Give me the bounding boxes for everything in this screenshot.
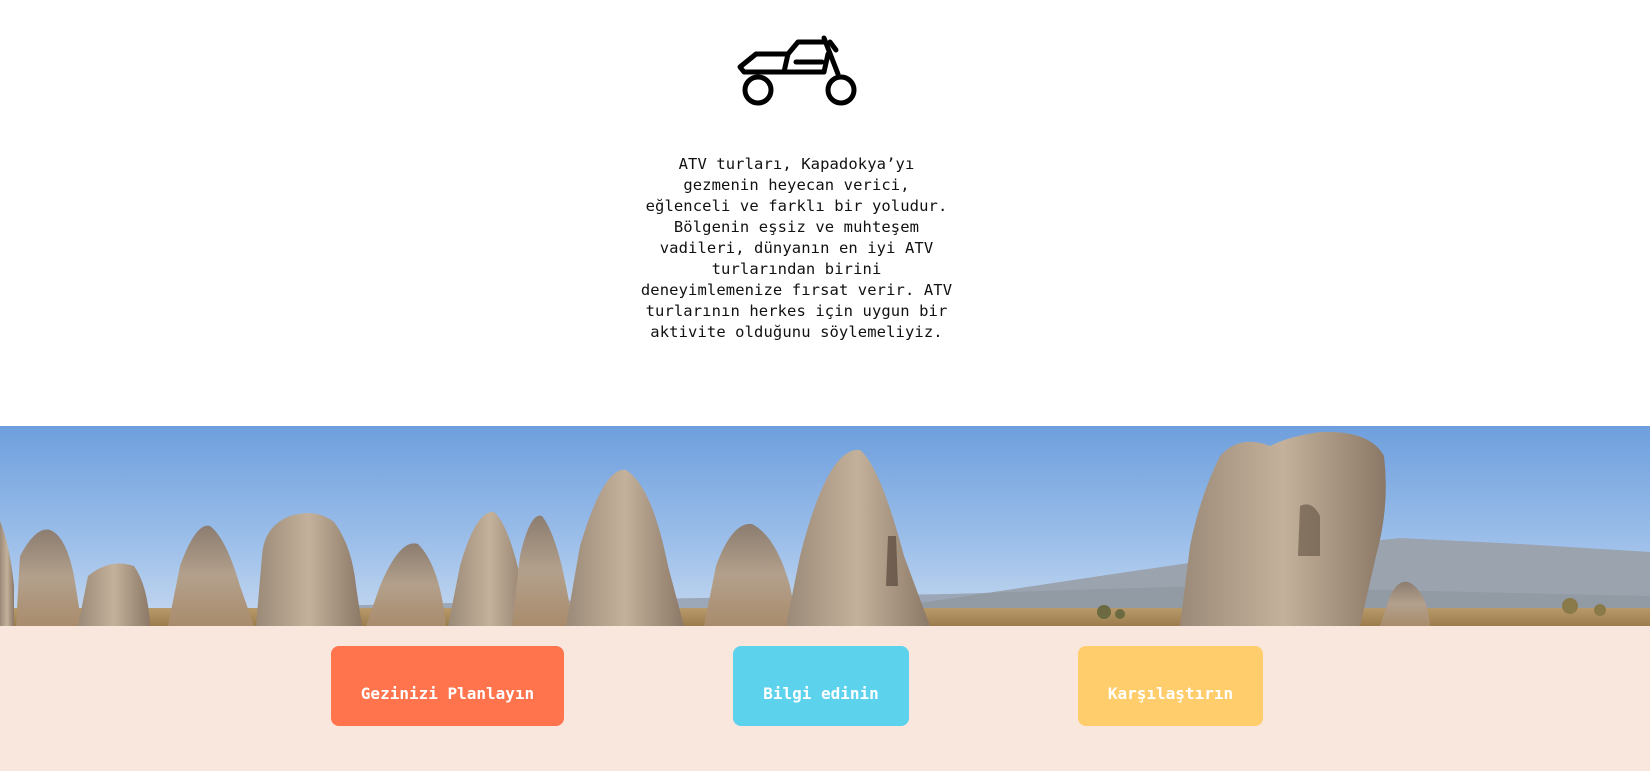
intro-description: ATV turları, Kapadokya’yı gezmenin heyec…	[640, 155, 953, 341]
action-buttons-section: Gezinizi Planlayın Bilgi edinin Karşılaş…	[0, 626, 1650, 771]
cappadocia-banner-image	[0, 426, 1650, 626]
intro-section: ATV turları, Kapadokya’yı gezmenin heyec…	[0, 0, 1650, 426]
plan-trip-button[interactable]: Gezinizi Planlayın	[331, 646, 564, 726]
page: ATV turları, Kapadokya’yı gezmenin heyec…	[0, 0, 1650, 771]
get-info-button[interactable]: Bilgi edinin	[733, 646, 909, 726]
motorcycle-icon	[737, 35, 857, 106]
compare-button[interactable]: Karşılaştırın	[1078, 646, 1263, 726]
